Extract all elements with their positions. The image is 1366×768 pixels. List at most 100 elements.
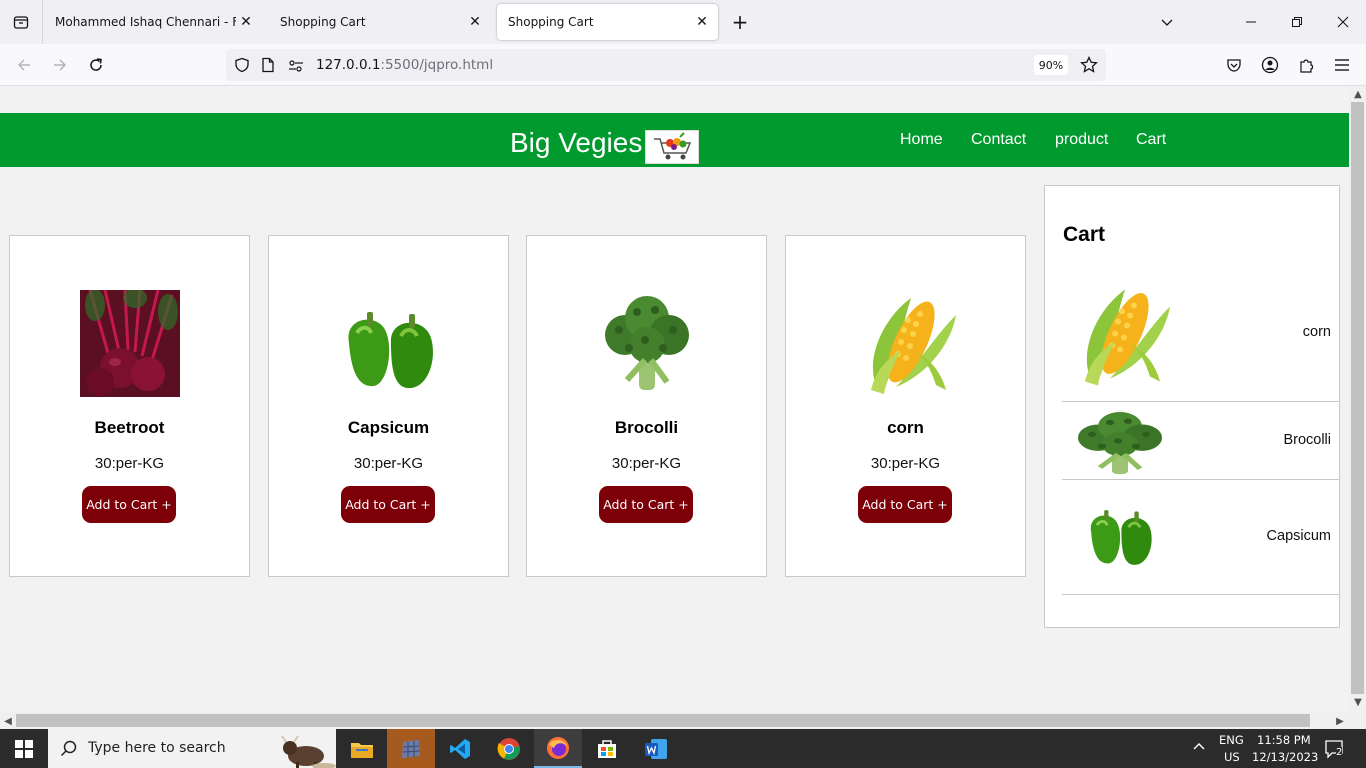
tray-chevron-up-icon[interactable]	[1192, 739, 1206, 756]
zoom-level-badge[interactable]: 90%	[1034, 55, 1068, 75]
product-name: Brocolli	[614, 418, 679, 437]
page-viewport: Big Vegies Home Contact product Cart Bee…	[0, 86, 1349, 712]
menu-hamburger-icon[interactable]	[1330, 53, 1354, 77]
bookmark-star-icon[interactable]	[1080, 55, 1098, 78]
capsicum-image	[1089, 508, 1154, 567]
product-price: 30:per-KG	[870, 455, 941, 472]
file-explorer-icon[interactable]	[338, 729, 386, 768]
clock-time[interactable]: 11:58 PM	[1257, 733, 1311, 747]
clock-date[interactable]: 12/13/2023	[1252, 750, 1318, 764]
product-card-beetroot: Beetroot 30:per-KG Add to Cart +	[9, 235, 250, 577]
task-app-icon[interactable]	[387, 729, 435, 768]
scroll-left-arrow-icon[interactable]: ◀	[0, 713, 16, 729]
cart-title: Cart	[1063, 223, 1106, 246]
tab-separator	[42, 0, 43, 44]
scroll-right-arrow-icon[interactable]: ▶	[1332, 713, 1348, 729]
back-arrow-icon[interactable]	[12, 53, 36, 77]
search-placeholder: Type here to search	[88, 740, 226, 756]
search-icon	[60, 739, 78, 761]
close-window-icon[interactable]	[1320, 0, 1366, 44]
tab-overflow-chevron-icon[interactable]	[1144, 0, 1190, 44]
url-bar[interactable]: 127.0.0.1:5500/jqpro.html 90%	[226, 49, 1106, 81]
new-tab-plus-icon[interactable]: +	[728, 10, 752, 34]
url-host: 127.0.0.1	[316, 57, 381, 73]
broccoli-image	[597, 290, 697, 397]
tab-title: Shopping Cart	[508, 15, 594, 29]
windows-start-icon[interactable]	[0, 729, 48, 768]
add-to-cart-button[interactable]: Add to Cart +	[599, 486, 693, 523]
language-indicator-bottom[interactable]: US	[1224, 750, 1240, 764]
vertical-scrollbar[interactable]: ▲ ▼	[1349, 86, 1366, 712]
tab-title: Mohammed Ishaq Chennari - Fullst	[55, 15, 236, 29]
yak-illustration-icon	[276, 730, 336, 768]
windows-taskbar: Type here to search ENG US 11:58 PM 12/1…	[0, 729, 1366, 768]
product-price: 30:per-KG	[94, 455, 165, 472]
vertical-scroll-thumb[interactable]	[1351, 102, 1364, 694]
chrome-icon[interactable]	[485, 729, 533, 768]
cart-item-capsicum: Capsicum	[1062, 480, 1340, 595]
add-to-cart-button[interactable]: Add to Cart +	[858, 486, 952, 523]
close-tab-icon[interactable]: ✕	[465, 12, 485, 32]
horizontal-scrollbar[interactable]: ◀ ▶	[0, 712, 1366, 729]
browser-tab-1[interactable]: Mohammed Ishaq Chennari - Fullst ✕	[44, 4, 262, 40]
cart-item-corn: corn	[1062, 268, 1340, 402]
cart-item-broccoli: Brocolli	[1062, 402, 1340, 480]
nav-link-product[interactable]: product	[1055, 131, 1108, 149]
forward-arrow-icon[interactable]	[48, 53, 72, 77]
reload-icon[interactable]	[84, 53, 108, 77]
url-path: :5500/jqpro.html	[380, 57, 494, 73]
scroll-down-arrow-icon[interactable]: ▼	[1350, 694, 1366, 710]
site-header: Big Vegies Home Contact product Cart	[0, 113, 1349, 167]
brand-title[interactable]: Big Vegies	[510, 127, 642, 159]
shopping-cart-logo-icon	[645, 130, 699, 164]
browser-nav-bar: 127.0.0.1:5500/jqpro.html 90%	[0, 44, 1366, 86]
close-tab-icon[interactable]: ✕	[692, 12, 712, 32]
account-icon[interactable]	[1258, 53, 1282, 77]
horizontal-scroll-thumb[interactable]	[16, 714, 1310, 727]
tab-list-icon[interactable]	[8, 10, 34, 34]
language-indicator-top[interactable]: ENG	[1219, 733, 1244, 747]
page-info-icon[interactable]	[261, 57, 275, 77]
capsicum-image	[346, 310, 435, 391]
taskbar-search-box[interactable]: Type here to search	[48, 729, 336, 768]
beetroot-image	[80, 290, 180, 397]
shield-icon[interactable]	[234, 57, 250, 77]
permissions-icon[interactable]	[288, 58, 304, 77]
scroll-up-arrow-icon[interactable]: ▲	[1350, 86, 1366, 102]
nav-link-cart[interactable]: Cart	[1136, 131, 1166, 149]
cart-item-name: corn	[1302, 324, 1331, 340]
product-card-corn: corn 30:per-KG Add to Cart +	[785, 235, 1026, 577]
corn-image	[871, 295, 956, 394]
restore-icon[interactable]	[1274, 0, 1320, 44]
add-to-cart-button[interactable]: Add to Cart +	[82, 486, 176, 523]
browser-tab-3-active[interactable]: Shopping Cart ✕	[497, 4, 718, 40]
nav-link-home[interactable]: Home	[900, 131, 943, 149]
cart-panel: Cart corn Brocolli Capsicum	[1044, 185, 1340, 628]
browser-tab-2[interactable]: Shopping Cart ✕	[269, 4, 491, 40]
add-to-cart-button[interactable]: Add to Cart +	[341, 486, 435, 523]
product-price: 30:per-KG	[611, 455, 682, 472]
product-card-broccoli: Brocolli 30:per-KG Add to Cart +	[526, 235, 767, 577]
browser-tab-bar: Mohammed Ishaq Chennari - Fullst ✕ Shopp…	[0, 0, 1366, 44]
pocket-icon[interactable]	[1222, 53, 1246, 77]
product-name: corn	[887, 418, 924, 437]
close-tab-icon[interactable]: ✕	[236, 12, 256, 32]
cart-item-name: Brocolli	[1283, 432, 1331, 448]
url-text[interactable]: 127.0.0.1:5500/jqpro.html	[316, 57, 493, 73]
broccoli-image	[1070, 408, 1170, 474]
microsoft-store-icon[interactable]	[583, 729, 631, 768]
extensions-icon[interactable]	[1294, 53, 1318, 77]
product-card-capsicum: Capsicum 30:per-KG Add to Cart +	[268, 235, 509, 577]
notification-center-icon[interactable]	[1324, 739, 1346, 762]
firefox-icon[interactable]	[534, 729, 582, 768]
product-name: Capsicum	[347, 418, 430, 437]
corn-image	[1085, 286, 1170, 386]
nav-link-contact[interactable]: Contact	[971, 131, 1026, 149]
word-icon[interactable]	[632, 729, 680, 768]
product-price: 30:per-KG	[353, 455, 424, 472]
tab-title: Shopping Cart	[280, 15, 366, 29]
minimize-icon[interactable]	[1228, 0, 1274, 44]
cart-item-name: Capsicum	[1266, 528, 1331, 544]
vscode-icon[interactable]	[436, 729, 484, 768]
product-name: Beetroot	[94, 418, 165, 437]
